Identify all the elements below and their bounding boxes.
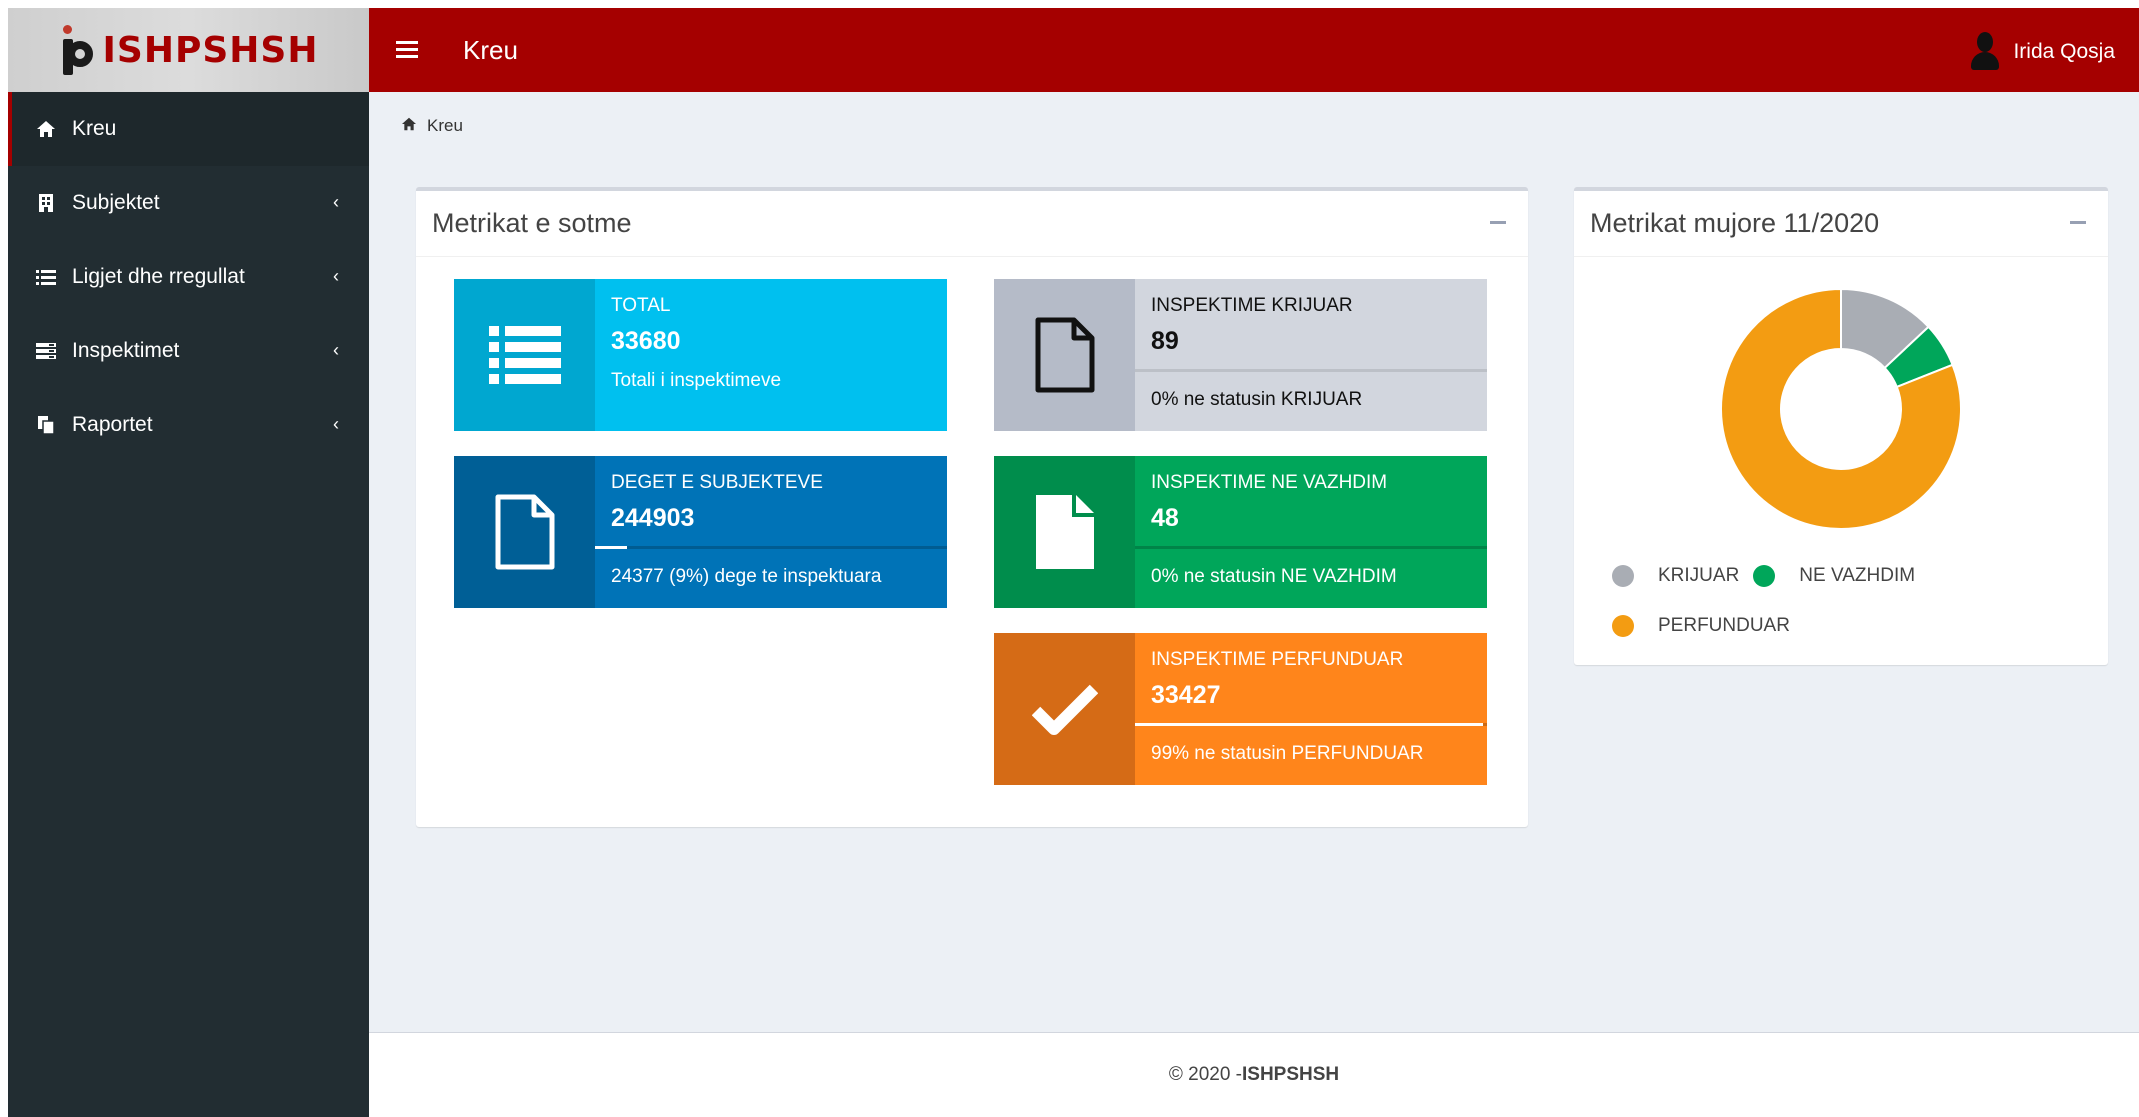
- box-title: Metrikat mujore 11/2020: [1590, 208, 1880, 238]
- sidebar-item-kreu[interactable]: Kreu: [8, 92, 369, 166]
- sidebar-item-inspektimet[interactable]: Inspektimet ‹: [8, 314, 369, 388]
- progress-fill: [1135, 723, 1484, 726]
- file-icon: [994, 456, 1135, 608]
- progress-bar: [1135, 546, 1487, 549]
- legend-label: NE VAZHDIM: [1799, 565, 1916, 586]
- breadcrumb: Kreu: [401, 116, 463, 136]
- chevron-left-icon: ‹: [333, 414, 339, 434]
- user-menu[interactable]: Irida Qosja: [1971, 32, 2115, 72]
- legend-swatch: [1612, 565, 1634, 587]
- monthly-metrics-box: Metrikat mujore 11/2020 KRIJUAR NE VAZHD…: [1574, 187, 2108, 665]
- legend-label: PERFUNDUAR: [1658, 615, 1790, 636]
- box-title: Metrikat e sotme: [432, 208, 632, 238]
- info-number: 244903: [611, 504, 695, 532]
- page-title: Kreu: [463, 34, 518, 65]
- tasks-icon: [35, 340, 57, 362]
- sidebar-item-subjektet[interactable]: Subjektet ‹: [8, 166, 369, 240]
- box-header: Metrikat mujore 11/2020: [1574, 191, 2108, 257]
- home-icon: [35, 118, 57, 140]
- list-icon: [454, 279, 595, 431]
- info-footer: 0% ne statusin KRIJUAR: [1151, 389, 1363, 410]
- sidebar-item-label: Raportet: [72, 413, 153, 436]
- check-icon: [994, 633, 1135, 785]
- sidebar: ISHPSHSH Kreu Subjektet ‹ Ligjet dhe rre…: [8, 8, 369, 1117]
- sidebar-item-raportet[interactable]: Raportet ‹: [8, 388, 369, 462]
- chevron-left-icon: ‹: [333, 266, 339, 286]
- info-number: 89: [1151, 327, 1179, 355]
- file-outline-icon: [994, 279, 1135, 431]
- info-number: 33680: [611, 327, 681, 355]
- donut-chart: [1720, 287, 1962, 530]
- user-icon: [1971, 32, 2000, 72]
- daily-metrics-box: Metrikat e sotme TOTAL 33680 Totali i in…: [416, 187, 1528, 827]
- logo-text: ISHPSHSH: [102, 29, 319, 71]
- info-box-branches: DEGET E SUBJEKTEVE 244903 24377 (9%) deg…: [454, 456, 947, 608]
- home-icon: [401, 117, 417, 136]
- progress-bar: [595, 546, 947, 549]
- info-box-in-progress: INSPEKTIME NE VAZHDIM 48 0% ne statusin …: [994, 456, 1487, 608]
- footer-brand: ISHPSHSH: [1242, 1064, 1340, 1085]
- page-footer: © 2020 - ISHPSHSH: [369, 1032, 2139, 1117]
- info-box-finished: INSPEKTIME PERFUNDUAR 33427 99% ne statu…: [994, 633, 1487, 785]
- user-name: Irida Qosja: [2013, 40, 2115, 63]
- logo-mark-icon: [59, 25, 93, 75]
- info-box-created: INSPEKTIME KRIJUAR 89 0% ne statusin KRI…: [994, 279, 1487, 431]
- legend-swatch: [1753, 565, 1776, 587]
- file-outline-icon: [454, 456, 595, 608]
- info-number: 33427: [1151, 681, 1221, 709]
- legend-swatch: [1612, 615, 1634, 637]
- collapse-button[interactable]: [2070, 221, 2086, 224]
- footer-prefix: © 2020 -: [1168, 1064, 1242, 1085]
- info-label: INSPEKTIME NE VAZHDIM: [1151, 472, 1388, 493]
- chart-legend: KRIJUAR NE VAZHDIM PERFUNDUAR: [1612, 551, 2082, 651]
- progress-bar: [1135, 369, 1487, 372]
- collapse-button[interactable]: [1490, 221, 1506, 224]
- sidebar-menu: Kreu Subjektet ‹ Ligjet dhe rregullat ‹: [8, 92, 369, 462]
- sidebar-item-label: Kreu: [72, 117, 117, 140]
- info-number: 48: [1151, 504, 1179, 532]
- info-label: TOTAL: [611, 295, 671, 316]
- logo[interactable]: ISHPSHSH: [8, 8, 369, 92]
- sidebar-item-label: Inspektimet: [72, 339, 180, 362]
- top-navbar: Kreu Irida Qosja: [369, 8, 2139, 92]
- info-label: INSPEKTIME PERFUNDUAR: [1151, 649, 1404, 670]
- list-icon: [35, 266, 57, 288]
- progress-bar: [1135, 723, 1487, 726]
- main-content: Kreu Metrikat e sotme TOTAL 33680 Totali…: [369, 92, 2139, 1032]
- app-window: ISHPSHSH Kreu Subjektet ‹ Ligjet dhe rre…: [8, 8, 2139, 1117]
- info-label: INSPEKTIME KRIJUAR: [1151, 295, 1353, 316]
- chevron-left-icon: ‹: [333, 192, 339, 212]
- copy-icon: [35, 414, 57, 436]
- info-box-total: TOTAL 33680 Totali i inspektimeve: [454, 279, 947, 431]
- sidebar-item-ligjet[interactable]: Ligjet dhe rregullat ‹: [8, 240, 369, 314]
- info-footer: 99% ne statusin PERFUNDUAR: [1151, 743, 1424, 764]
- info-description: Totali i inspektimeve: [611, 370, 782, 391]
- sidebar-item-label: Ligjet dhe rregullat: [72, 265, 245, 288]
- info-footer: 0% ne statusin NE VAZHDIM: [1151, 566, 1397, 587]
- info-footer: 24377 (9%) dege te inspektuara: [611, 566, 882, 587]
- progress-fill: [595, 546, 627, 549]
- chevron-left-icon: ‹: [333, 340, 339, 360]
- box-header: Metrikat e sotme: [416, 191, 1528, 257]
- building-icon: [35, 192, 57, 214]
- legend-label: KRIJUAR: [1658, 565, 1740, 586]
- breadcrumb-item[interactable]: Kreu: [427, 116, 463, 136]
- sidebar-item-label: Subjektet: [72, 191, 160, 214]
- menu-toggle-icon[interactable]: [396, 41, 418, 59]
- info-label: DEGET E SUBJEKTEVE: [611, 472, 823, 493]
